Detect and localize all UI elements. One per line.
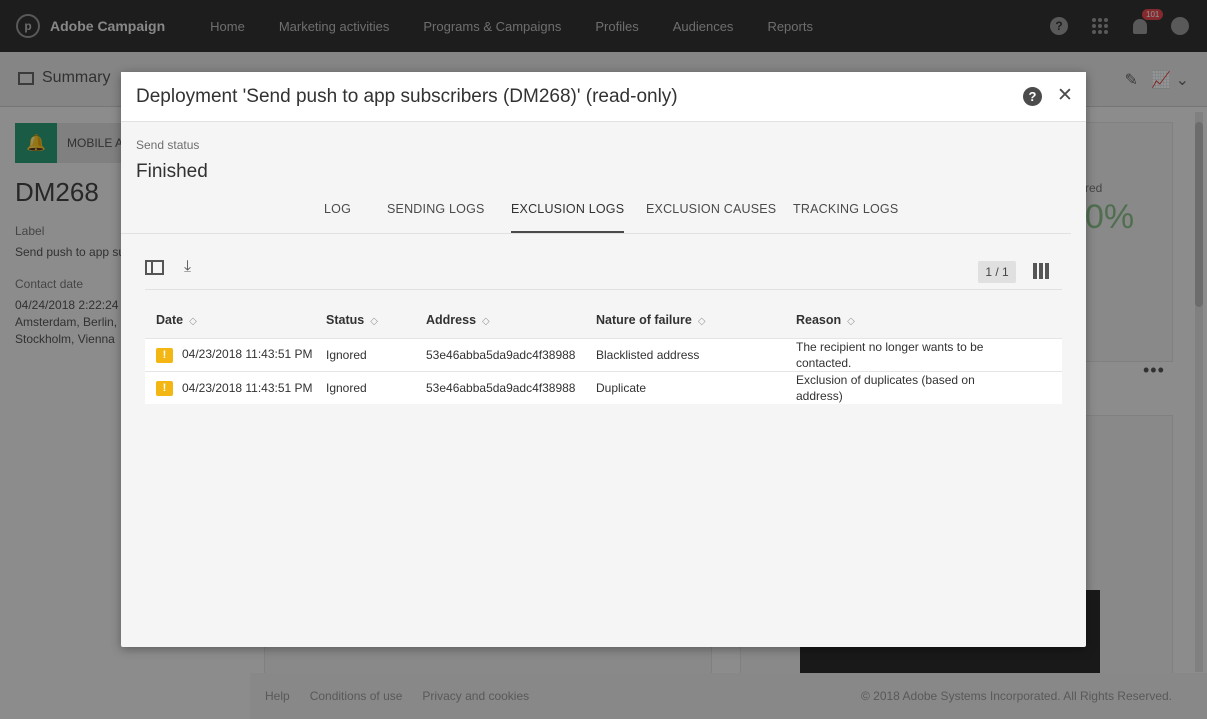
table-header: Date ◇ Status ◇ Address ◇ Nature of failure… [145, 303, 1062, 338]
cell-address: 53e46abba5da9adc4f38988 [415, 370, 585, 404]
column-label-reason: Reason [796, 313, 842, 328]
cell-date: ! 04/23/2018 11:43:51 PM [145, 370, 315, 404]
sort-icon[interactable]: ◇ [189, 316, 197, 327]
tab-log[interactable]: LOG [324, 202, 351, 216]
tab-exclusion-causes[interactable]: EXCLUSION CAUSES [646, 202, 776, 216]
sort-icon[interactable]: ◇ [482, 316, 490, 327]
send-status-label: Send status [136, 138, 200, 152]
list-toolbar: ⤓ 1 / 1 [145, 258, 1062, 290]
dialog-help-icon[interactable]: ? [1023, 87, 1042, 106]
exclusion-logs-table: Date ◇ Status ◇ Address ◇ Nature of failure… [145, 303, 1062, 404]
dialog-header: Deployment 'Send push to app subscribers… [121, 72, 1086, 122]
panel-toggle-icon[interactable] [145, 260, 164, 275]
dialog-title: Deployment 'Send push to app subscribers… [136, 85, 678, 107]
warning-icon: ! [156, 380, 173, 396]
cell-date-text: 04/23/2018 11:43:51 PM [182, 380, 313, 395]
deployment-dialog: Deployment 'Send push to app subscribers… [121, 72, 1086, 647]
cell-nature: Blacklisted address [585, 337, 785, 371]
cell-date: ! 04/23/2018 11:43:51 PM [145, 337, 315, 371]
column-header-reason[interactable]: Reason ◇ [785, 303, 1062, 338]
tab-tracking-logs[interactable]: TRACKING LOGS [793, 202, 898, 216]
sort-icon[interactable]: ◇ [370, 316, 378, 327]
columns-settings-icon[interactable] [1033, 263, 1051, 281]
column-header-date[interactable]: Date ◇ [145, 303, 315, 338]
cell-status: Ignored [315, 337, 415, 371]
table-row[interactable]: ! 04/23/2018 11:43:51 PM Ignored 53e46abb… [145, 337, 1062, 371]
tab-exclusion-logs[interactable]: EXCLUSION LOGS [511, 202, 625, 233]
column-label-status: Status [326, 313, 365, 328]
cell-reason-text: Exclusion of duplicates (based on addres… [796, 372, 975, 403]
column-label-date: Date [156, 313, 184, 328]
table-row[interactable]: ! 04/23/2018 11:43:51 PM Ignored 53e46abb… [145, 370, 1062, 404]
cell-reason: The recipient no longer wants to be cont… [785, 337, 1062, 371]
column-header-nature[interactable]: Nature of failure ◇ [585, 303, 785, 338]
sort-icon[interactable]: ◇ [847, 316, 855, 327]
tab-sending-logs[interactable]: SENDING LOGS [387, 202, 485, 216]
cell-address: 53e46abba5da9adc4f38988 [415, 337, 585, 371]
sort-icon[interactable]: ◇ [698, 316, 706, 327]
close-icon[interactable]: ✕ [1057, 84, 1073, 107]
download-icon[interactable]: ⤓ [184, 258, 191, 276]
cell-reason-text: The recipient no longer wants to be cont… [796, 339, 984, 370]
pagination[interactable]: 1 / 1 [978, 261, 1016, 283]
warning-icon: ! [156, 347, 173, 363]
cell-status: Ignored [315, 370, 415, 404]
log-tabs: LOG SENDING LOGS EXCLUSION LOGS EXCLUSIO… [121, 190, 1071, 234]
cell-date-text: 04/23/2018 11:43:51 PM [182, 347, 313, 362]
cell-nature: Duplicate [585, 370, 785, 404]
column-label-address: Address [426, 313, 477, 328]
column-header-address[interactable]: Address ◇ [415, 303, 585, 338]
column-label-nature: Nature of failure [596, 313, 692, 328]
cell-reason: Exclusion of duplicates (based on addres… [785, 370, 1062, 404]
column-header-status[interactable]: Status ◇ [315, 303, 415, 338]
send-status-value: Finished [136, 161, 208, 182]
